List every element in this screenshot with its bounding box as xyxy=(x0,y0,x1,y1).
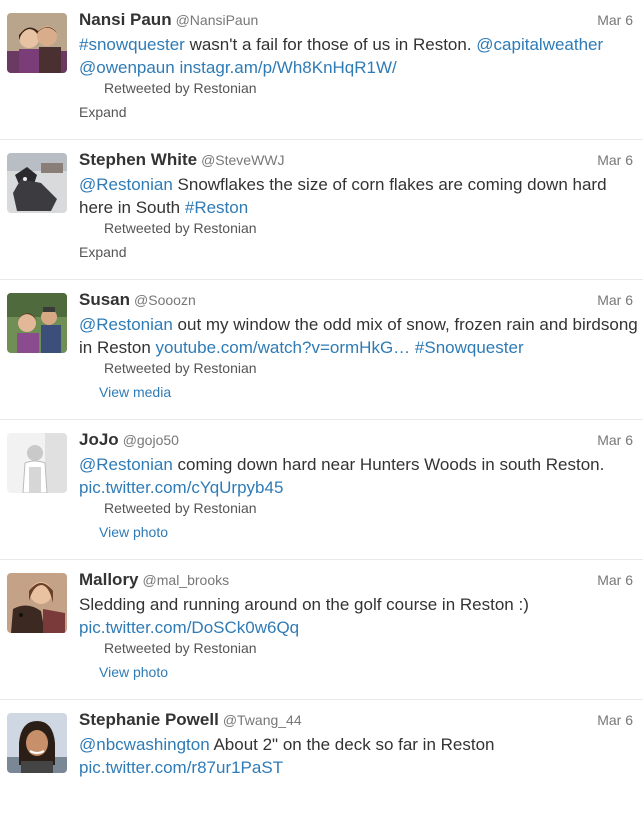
mention-link[interactable]: @Restonian xyxy=(79,455,173,474)
tweet-text-segment: coming down hard near Hunters Woods in s… xyxy=(172,455,605,474)
tweet-date[interactable]: Mar 6 xyxy=(597,712,633,728)
mention-link[interactable]: @nbcwashington xyxy=(79,735,210,754)
retweet-attribution[interactable]: Retweeted by Restonian xyxy=(104,360,257,376)
retweet-attribution[interactable]: Retweeted by Restonian xyxy=(104,640,257,656)
hashtag-link[interactable]: #snowquester xyxy=(79,35,185,54)
url-link[interactable]: pic.twitter.com/cYqUrpyb45 xyxy=(79,478,283,497)
user-name[interactable]: Mallory xyxy=(79,570,139,589)
tweet-text-segment: wasn't a fail for those of us in Reston. xyxy=(184,35,477,54)
user-name[interactable]: Stephen White xyxy=(79,150,197,169)
tweet-date[interactable]: Mar 6 xyxy=(597,572,633,588)
mention-link[interactable]: @capitalweather xyxy=(476,35,603,54)
hashtag-link[interactable]: #Snowquester xyxy=(415,338,524,357)
tweet-text: @Restonian coming down hard near Hunters… xyxy=(79,453,639,499)
tweet-header: Stephen White @SteveWWJ Mar 6 xyxy=(79,150,633,172)
user-name[interactable]: Stephanie Powell xyxy=(79,710,219,729)
tweet-item[interactable]: Nansi Paun @NansiPaun Mar 6 #snowquester wa… xyxy=(0,0,643,140)
tweet-date[interactable]: Mar 6 xyxy=(597,12,633,28)
expand-link[interactable]: Expand xyxy=(79,104,126,120)
retweet-attribution[interactable]: Retweeted by Restonian xyxy=(104,220,257,236)
tweet-date[interactable]: Mar 6 xyxy=(597,432,633,448)
user-handle[interactable]: @Sooozn xyxy=(134,292,196,308)
tweet-item[interactable]: Susan @Sooozn Mar 6 @Restonian out my windo… xyxy=(0,280,643,420)
view-media-link[interactable]: View media xyxy=(99,384,171,400)
mention-link[interactable]: @Restonian xyxy=(79,175,173,194)
avatar[interactable] xyxy=(7,13,67,73)
tweet-item[interactable]: Stephanie Powell @Twang_44 Mar 6 @nbcwashin… xyxy=(0,700,643,840)
avatar[interactable] xyxy=(7,433,67,493)
url-link[interactable]: youtube.com/watch?v=ormHkG… xyxy=(156,338,411,357)
expand-link[interactable]: Expand xyxy=(79,244,126,260)
user-name[interactable]: JoJo xyxy=(79,430,119,449)
tweet-feed: Nansi Paun @NansiPaun Mar 6 #snowquester wa… xyxy=(0,0,643,840)
tweet-header: Mallory @mal_brooks Mar 6 xyxy=(79,570,633,592)
tweet-item[interactable]: JoJo @gojo50 Mar 6 @Restonian coming down h… xyxy=(0,420,643,560)
view-media-link[interactable]: View photo xyxy=(99,664,168,680)
tweet-text: #snowquester wasn't a fail for those of … xyxy=(79,33,639,79)
tweet-text: @Restonian Snowflakes the size of corn f… xyxy=(79,173,639,219)
view-media-link[interactable]: View photo xyxy=(99,524,168,540)
mention-link[interactable]: @Restonian xyxy=(79,315,173,334)
tweet-text-segment: About 2" on the deck so far in Reston xyxy=(209,735,495,754)
user-handle[interactable]: @mal_brooks xyxy=(143,572,230,588)
user-name[interactable]: Susan xyxy=(79,290,130,309)
url-link[interactable]: pic.twitter.com/DoSCk0w6Qq xyxy=(79,618,299,637)
tweet-date[interactable]: Mar 6 xyxy=(597,152,633,168)
tweet-text: @Restonian out my window the odd mix of … xyxy=(79,313,639,359)
user-handle[interactable]: @SteveWWJ xyxy=(201,152,284,168)
tweet-text-segment: Sledding and running around on the golf … xyxy=(79,595,529,614)
avatar[interactable] xyxy=(7,713,67,773)
user-name[interactable]: Nansi Paun xyxy=(79,10,172,29)
retweet-attribution[interactable]: Retweeted by Restonian xyxy=(104,80,257,96)
hashtag-link[interactable]: #Reston xyxy=(185,198,248,217)
retweet-attribution[interactable]: Retweeted by Restonian xyxy=(104,500,257,516)
tweet-header: JoJo @gojo50 Mar 6 xyxy=(79,430,633,452)
user-handle[interactable]: @NansiPaun xyxy=(176,12,259,28)
tweet-text: @nbcwashington About 2" on the deck so f… xyxy=(79,733,639,779)
avatar[interactable] xyxy=(7,293,67,353)
url-link[interactable]: instagr.am/p/Wh8KnHqR1W/ xyxy=(179,58,396,77)
mention-link[interactable]: @owenpaun xyxy=(79,58,175,77)
avatar[interactable] xyxy=(7,573,67,633)
tweet-header: Stephanie Powell @Twang_44 Mar 6 xyxy=(79,710,633,732)
user-handle[interactable]: @Twang_44 xyxy=(223,712,302,728)
tweet-header: Susan @Sooozn Mar 6 xyxy=(79,290,633,312)
tweet-header: Nansi Paun @NansiPaun Mar 6 xyxy=(79,10,633,32)
tweet-item[interactable]: Mallory @mal_brooks Mar 6 Sledding and runn… xyxy=(0,560,643,700)
tweet-date[interactable]: Mar 6 xyxy=(597,292,633,308)
user-handle[interactable]: @gojo50 xyxy=(123,432,179,448)
tweet-text: Sledding and running around on the golf … xyxy=(79,593,639,639)
url-link[interactable]: pic.twitter.com/r87ur1PaST xyxy=(79,758,283,777)
avatar[interactable] xyxy=(7,153,67,213)
tweet-item[interactable]: Stephen White @SteveWWJ Mar 6 @Restonian Sn… xyxy=(0,140,643,280)
